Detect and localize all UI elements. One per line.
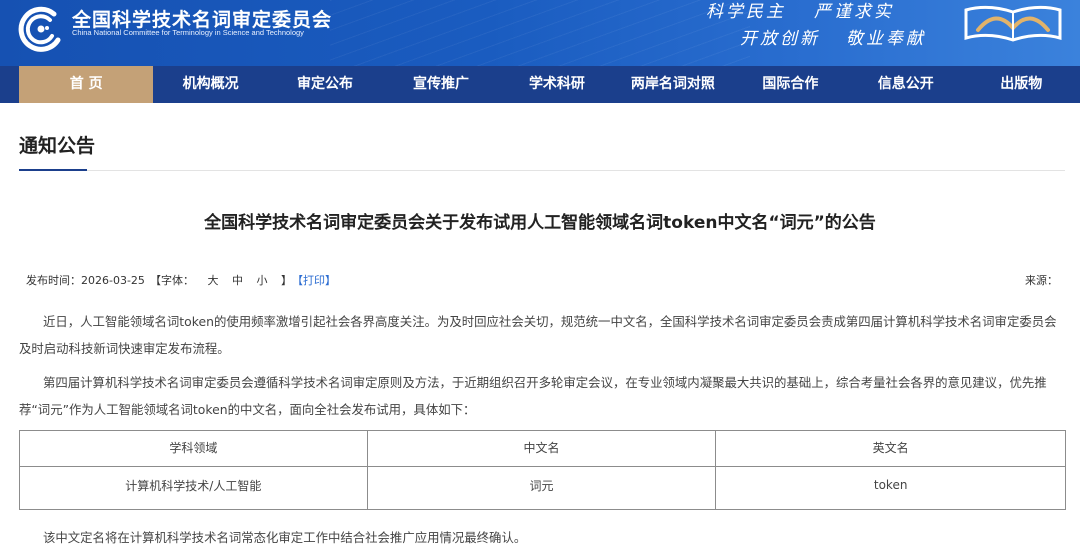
table-header-cell: 中文名 — [366, 430, 717, 467]
section-title: 通知公告 — [19, 135, 96, 157]
article-paragraph: 近日，人工智能领域名词token的使用频率激增引起社会各界高度关注。为及时回应社… — [19, 314, 1057, 356]
motto-line: 开放创新 — [740, 29, 820, 49]
section-title-underline — [19, 169, 87, 171]
term-table: 学科领域 中文名 英文名 计算机科学技术/人工智能 词元 token — [19, 430, 1066, 510]
article-paragraph: 该中文定名将在计算机科学技术名词常态化审定工作中结合社会推广应用情况最终确认。 — [43, 530, 527, 545]
nav-item-publication[interactable]: 审定公布 — [268, 66, 382, 103]
source-label: 来源： — [1025, 274, 1058, 287]
motto-line: 科学民主 — [706, 2, 786, 22]
font-size-medium[interactable]: 中 — [232, 274, 243, 287]
open-book-icon — [964, 5, 1062, 42]
table-header-row: 学科领域 中文名 英文名 — [19, 430, 1066, 467]
main-nav: 首 页 机构概况 审定公布 宣传推广 学术科研 两岸名词对照 国际合作 信息公开… — [0, 66, 1080, 103]
font-size-label: 【字体： — [150, 274, 194, 287]
nav-item-about[interactable]: 机构概况 — [153, 66, 267, 103]
nav-item-cross-strait[interactable]: 两岸名词对照 — [614, 66, 731, 103]
motto-line: 严谨求实 — [814, 2, 894, 22]
print-link[interactable]: 【打印】 — [292, 272, 336, 288]
section-divider — [19, 170, 1065, 171]
font-size-small[interactable]: 小 — [257, 274, 268, 287]
table-header-cell: 学科领域 — [19, 430, 368, 467]
nav-item-publications[interactable]: 出版物 — [963, 66, 1080, 103]
table-cell: 计算机科学技术/人工智能 — [19, 466, 368, 510]
table-cell: 词元 — [366, 466, 717, 510]
banner-decoration — [330, 0, 750, 66]
header-banner: 全国科学技术名词审定委员会 China National Committee f… — [0, 0, 1080, 66]
font-size-controls: 【字体： 大 中 小 】 — [150, 272, 302, 288]
nav-item-research[interactable]: 学术科研 — [500, 66, 614, 103]
committee-logo-icon[interactable] — [18, 6, 64, 52]
nav-item-disclosure[interactable]: 信息公开 — [849, 66, 962, 103]
org-name-en: China National Committee for Terminology… — [72, 28, 304, 37]
nav-item-promotion[interactable]: 宣传推广 — [382, 66, 499, 103]
table-cell: token — [715, 466, 1066, 510]
nav-item-home[interactable]: 首 页 — [19, 66, 154, 103]
nav-item-international[interactable]: 国际合作 — [732, 66, 849, 103]
publish-date: 发布时间：2026-03-25 — [26, 274, 145, 287]
motto-line: 敬业奉献 — [846, 29, 926, 49]
table-row: 计算机科学技术/人工智能 词元 token — [19, 466, 1066, 510]
article-title: 全国科学技术名词审定委员会关于发布试用人工智能领域名词token中文名“词元”的… — [204, 213, 876, 233]
article-paragraph: 第四届计算机科学技术名词审定委员会遵循科学技术名词审定原则及方法，于近期组织召开… — [19, 375, 1047, 417]
font-size-large[interactable]: 大 — [208, 274, 219, 287]
font-size-close: 】 — [281, 274, 292, 287]
table-header-cell: 英文名 — [715, 430, 1066, 467]
